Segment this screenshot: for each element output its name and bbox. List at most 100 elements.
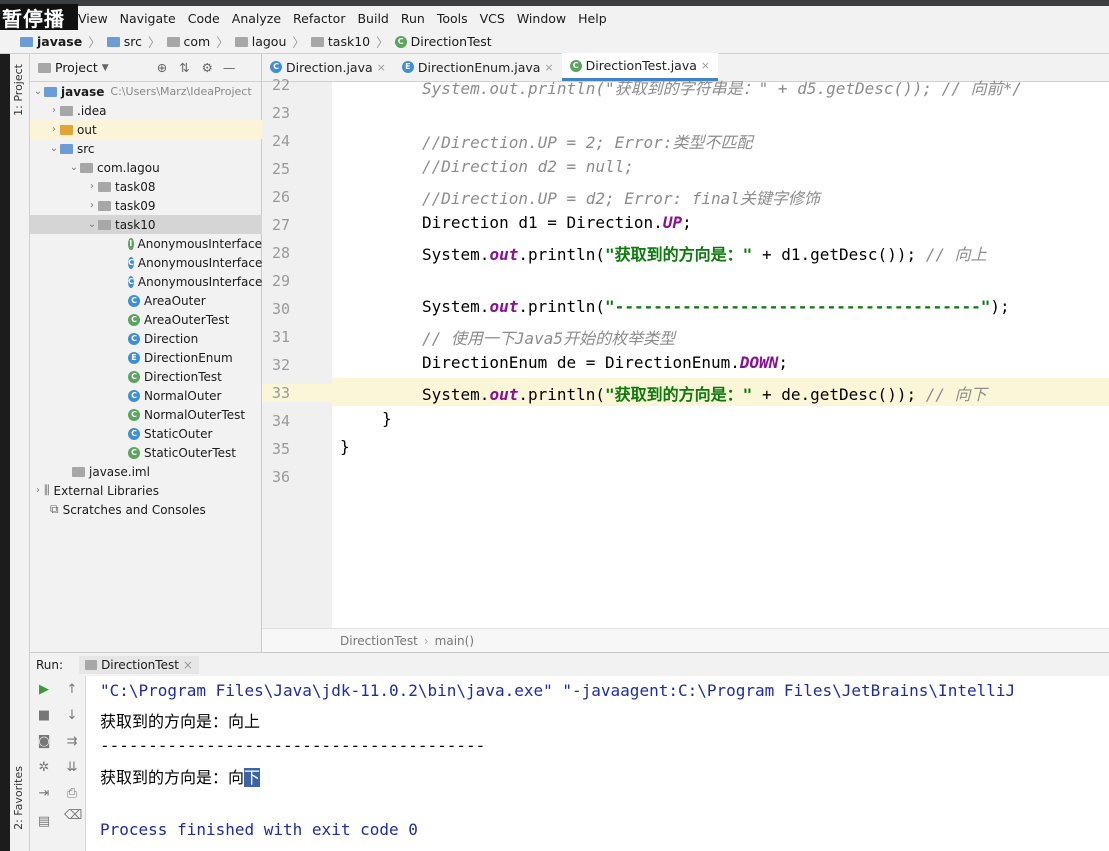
tree-item-class[interactable]: C NormalOuterTest xyxy=(30,405,262,424)
scratches-icon: ⧉ xyxy=(50,502,59,516)
menu-vcs[interactable]: VCS xyxy=(480,11,505,26)
stop-icon[interactable]: ■ xyxy=(36,708,52,724)
menu-help[interactable]: Help xyxy=(578,11,607,26)
class-icon: C xyxy=(128,294,140,307)
crumb-src[interactable]: src 〉 xyxy=(106,32,161,51)
run-toolbar: ▶ ↑ ■ ↓ ◙ ⇉ ✲ ⇊ ⇥ ⎙ ▤ ⌫ xyxy=(30,676,86,851)
locate-icon[interactable]: ⊕ xyxy=(157,60,167,75)
menu-analyze[interactable]: Analyze xyxy=(232,11,281,26)
package-icon xyxy=(80,162,93,173)
class-icon: C xyxy=(128,275,134,288)
package-icon xyxy=(98,219,111,230)
exit-icon[interactable]: ⇥ xyxy=(36,786,52,802)
tree-item-class[interactable]: C AnonymousInterfaceT xyxy=(30,272,270,291)
console-line: Process finished with exit code 0 xyxy=(100,820,418,839)
close-icon[interactable]: × xyxy=(701,59,710,72)
favorites-tool-tab[interactable]: 2: Favorites xyxy=(12,766,25,830)
crumb-directiontest[interactable]: C DirectionTest xyxy=(394,34,492,49)
console-line: ---------------------------------------- xyxy=(100,736,486,755)
package-icon xyxy=(98,200,111,211)
library-icon: ⫼ xyxy=(44,483,50,497)
code-editor[interactable]: System.out.println("获取到的字符串是：" + d5.getD… xyxy=(332,79,1109,628)
project-panel: Project ▼ ⊕ ⇅ ⚙ — ⌄ javase C:\Users\Marz\I… xyxy=(30,54,270,652)
wrap-icon[interactable]: ⇉ xyxy=(64,734,80,750)
menu-refactor[interactable]: Refactor xyxy=(293,11,345,26)
settings-icon[interactable]: ✲ xyxy=(36,760,52,776)
crumb-com[interactable]: com 〉 xyxy=(166,32,229,51)
project-view-selector[interactable]: Project xyxy=(55,60,98,75)
trash-icon[interactable]: ⌫ xyxy=(64,808,82,824)
menu-window[interactable]: Window xyxy=(517,11,566,26)
down-arrow-icon[interactable]: ↓ xyxy=(64,708,80,724)
tree-item-class[interactable]: C DirectionTest xyxy=(30,367,262,386)
tree-item-out[interactable]: › out xyxy=(30,120,262,139)
menu-code[interactable]: Code xyxy=(188,11,220,26)
console-line: 获取到的方向是：向上 xyxy=(100,712,261,731)
tree-item-class[interactable]: E DirectionEnum xyxy=(30,348,262,367)
crumb-class[interactable]: DirectionTest xyxy=(340,634,418,648)
runnable-class-icon: C xyxy=(128,408,140,421)
code-line-22: System.out.println("获取到的字符串是：" + d5.getD… xyxy=(422,79,1022,98)
line-number: 24 xyxy=(271,132,290,150)
gear-icon[interactable]: ⚙ xyxy=(202,60,213,75)
run-tab[interactable]: DirectionTest × xyxy=(79,655,199,674)
line-number: 27 xyxy=(271,216,290,234)
crumb-method[interactable]: main() xyxy=(435,634,474,648)
tree-item-class[interactable]: C AreaOuter xyxy=(30,291,262,310)
project-icon xyxy=(38,62,51,73)
tree-item-class[interactable]: C AnonymousInterfaceI xyxy=(30,253,266,272)
tree-item-scratches[interactable]: ⧉ Scratches and Consoles xyxy=(30,500,262,519)
code-line-28: System.out.println("获取到的方向是：" + d1.getDe… xyxy=(422,245,987,264)
code-line-30: System.out.println("--------------------… xyxy=(422,297,1010,316)
tree-item-external-libraries[interactable]: › ⫼ External Libraries xyxy=(30,481,262,500)
runnable-class-icon: C xyxy=(128,313,140,326)
tree-item-iml[interactable]: javase.iml xyxy=(30,462,262,481)
tree-item-task10[interactable]: ⌄ task10 xyxy=(30,215,262,234)
close-icon[interactable]: × xyxy=(544,61,553,74)
project-tool-tab[interactable]: 1: Project xyxy=(12,64,25,116)
code-line-24: //Direction.UP = 2; Error:类型不匹配 xyxy=(422,133,753,152)
hide-icon[interactable]: — xyxy=(223,60,236,75)
menu-tools[interactable]: Tools xyxy=(437,11,468,26)
tree-item-class[interactable]: C StaticOuterTest xyxy=(30,443,262,462)
camera-icon[interactable]: ◙ xyxy=(36,734,52,750)
crumb-task10[interactable]: task10 〉 xyxy=(310,32,389,51)
close-icon[interactable]: × xyxy=(377,61,386,74)
tree-item-class[interactable]: C AreaOuterTest xyxy=(30,310,262,329)
collapse-icon[interactable]: ⇅ xyxy=(179,60,189,75)
code-line-27: Direction d1 = Direction.UP; xyxy=(422,213,692,232)
scroll-end-icon[interactable]: ⇊ xyxy=(64,760,80,776)
tree-item-class[interactable]: I AnonymousInterface xyxy=(30,234,262,253)
editor-gutter: 22 23 24 25 26 27 28 29 30 31 32 33 34 3… xyxy=(262,76,332,628)
tree-item-class[interactable]: C StaticOuter xyxy=(30,424,262,443)
tree-item-class[interactable]: C Direction xyxy=(30,329,262,348)
tree-item-class[interactable]: C NormalOuter xyxy=(30,386,262,405)
layout-icon[interactable]: ▤ xyxy=(36,814,52,830)
chevron-down-icon[interactable]: ▼ xyxy=(102,63,109,73)
print-icon[interactable]: ⎙ xyxy=(64,786,80,802)
console-output[interactable]: "C:\Program Files\Java\jdk-11.0.2\bin\ja… xyxy=(86,676,1109,851)
rerun-icon[interactable]: ▶ xyxy=(36,682,52,698)
class-icon: C xyxy=(394,35,407,48)
close-icon[interactable]: × xyxy=(183,658,193,672)
editor-breadcrumb: DirectionTest › main() xyxy=(262,628,1109,652)
run-label: Run: xyxy=(36,657,64,672)
menu-build[interactable]: Build xyxy=(357,11,388,26)
crumb-javase[interactable]: javase 〉 xyxy=(20,32,101,51)
line-number: 23 xyxy=(271,104,290,122)
menu-run[interactable]: Run xyxy=(401,11,425,26)
tree-item-idea[interactable]: › .idea xyxy=(30,101,262,120)
tree-item-task08[interactable]: › task08 xyxy=(30,177,262,196)
project-panel-header: Project ▼ ⊕ ⇅ ⚙ — xyxy=(30,54,261,82)
crumb-lagou[interactable]: lagou 〉 xyxy=(234,32,305,51)
tree-item-task09[interactable]: › task09 xyxy=(30,196,262,215)
tree-item-src[interactable]: ⌄ src xyxy=(30,139,262,158)
menu-navigate[interactable]: Navigate xyxy=(120,11,176,26)
tree-root[interactable]: ⌄ javase C:\Users\Marz\IdeaProject xyxy=(30,82,262,101)
tree-item-com-lagou[interactable]: ⌄ com.lagou xyxy=(30,158,262,177)
up-arrow-icon[interactable]: ↑ xyxy=(64,682,80,698)
code-line-32: DirectionEnum de = DirectionEnum.DOWN; xyxy=(422,353,789,372)
line-number: 29 xyxy=(271,272,290,290)
line-number: 35 xyxy=(271,440,290,458)
run-config-icon xyxy=(85,659,98,670)
